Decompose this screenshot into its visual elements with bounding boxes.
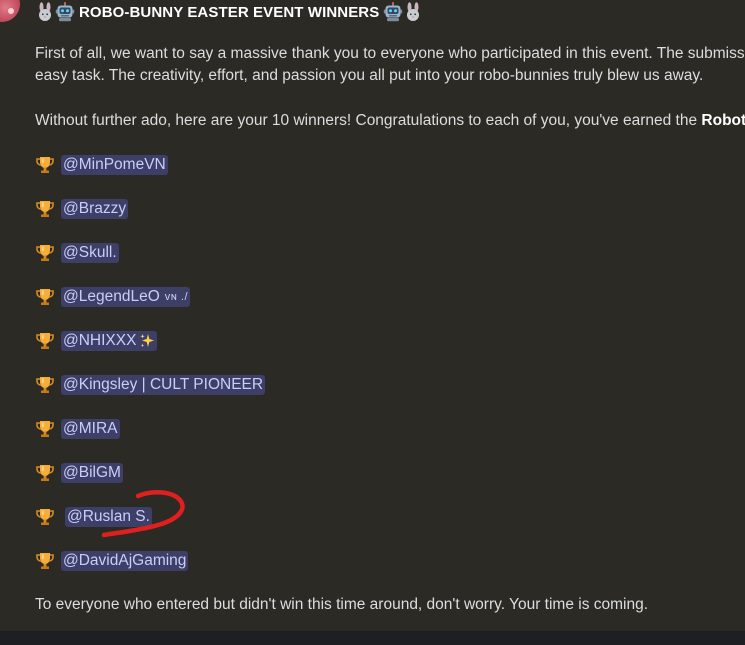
user-mention[interactable]: @Kingsley | CULT PIONEER (61, 375, 266, 395)
user-mention[interactable]: @NHIXXX (61, 331, 158, 351)
winner-item: @MinPomeVN (35, 154, 168, 176)
winner-item: @DavidAjGaming (35, 550, 189, 572)
user-mention[interactable]: @Skull. (61, 243, 119, 263)
announcement-text: Without further ado, here are your 10 wi… (35, 112, 702, 129)
trophy-icon (35, 463, 55, 483)
user-mention[interactable]: @MinPomeVN (61, 155, 168, 175)
user-mention[interactable]: @DavidAjGaming (61, 551, 189, 571)
bunny-icon (35, 2, 55, 22)
winner-item: @Ruslan S. (35, 506, 152, 528)
user-mention[interactable]: @Ruslan S. (65, 507, 152, 527)
author-avatar[interactable] (0, 0, 20, 22)
trophy-icon (35, 419, 55, 439)
user-mention[interactable]: @MIRA (61, 419, 120, 439)
winner-item: @MIRA (35, 418, 120, 440)
robot-icon (55, 2, 75, 22)
announcement-bold-text: Robotic (701, 112, 745, 129)
mention-name: @NHIXXX (63, 332, 137, 349)
message-title-row: ROBO-BUNNY EASTER EVENT WINNERS (35, 2, 423, 22)
mention-name: @LegendLeO (63, 288, 160, 305)
user-mention[interactable]: @Brazzy (61, 199, 129, 219)
robot-icon (383, 2, 403, 22)
winner-item: @Brazzy (35, 198, 129, 220)
bunny-icon (403, 2, 423, 22)
winner-item: @BilGM (35, 462, 123, 484)
trophy-icon (35, 375, 55, 395)
user-mention[interactable]: @BilGM (61, 463, 123, 483)
user-mention[interactable]: @LegendLeO ᴠɴ ./ (61, 287, 191, 307)
announcement-paragraph: Without further ado, here are your 10 wi… (35, 110, 745, 132)
trophy-icon (35, 331, 55, 351)
closing-paragraph: To everyone who entered but didn't win t… (35, 596, 649, 613)
winner-item: @LegendLeO ᴠɴ ./ (35, 286, 191, 308)
bottom-bar (0, 631, 745, 645)
trophy-icon (35, 551, 55, 571)
trophy-icon (35, 243, 55, 263)
mention-suffix: ᴠɴ ./ (164, 291, 189, 303)
winner-item: @NHIXXX (35, 330, 158, 352)
trophy-icon (35, 507, 55, 527)
trophy-icon (35, 287, 55, 307)
trophy-icon (35, 155, 55, 175)
winner-item: @Kingsley | CULT PIONEER (35, 374, 266, 396)
intro-paragraph: First of all, we want to say a massive t… (35, 43, 745, 87)
winner-item: @Skull. (35, 242, 119, 264)
intro-line-2: easy task. The creativity, effort, and p… (35, 67, 704, 84)
trophy-icon (35, 199, 55, 219)
message-title: ROBO-BUNNY EASTER EVENT WINNERS (79, 3, 380, 21)
intro-line-1: First of all, we want to say a massive t… (35, 45, 745, 62)
sparkles-icon (139, 333, 155, 349)
